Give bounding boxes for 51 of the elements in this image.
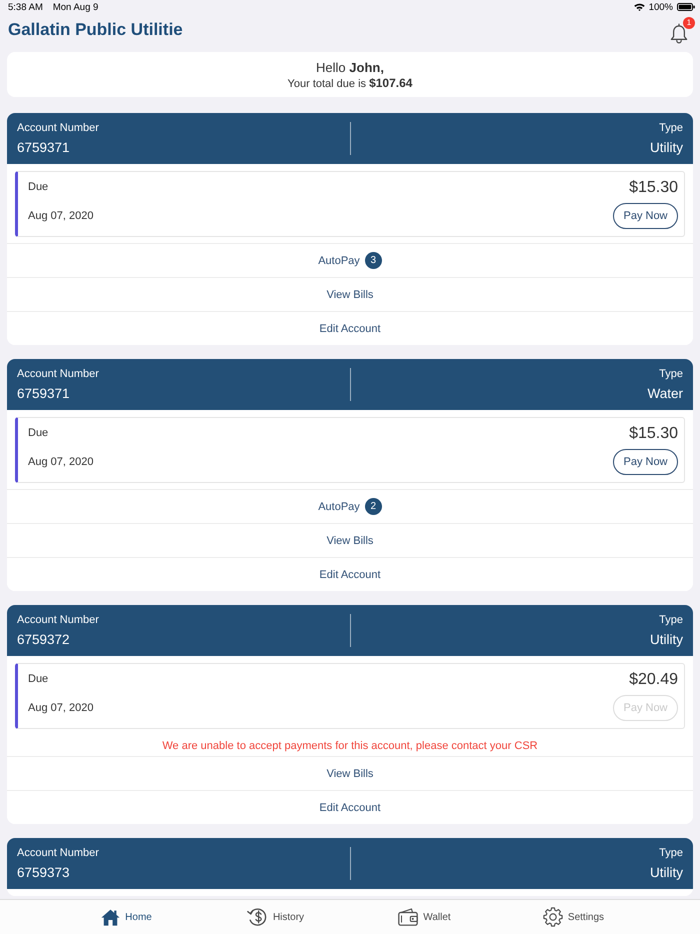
account-type: Utility (650, 864, 683, 880)
due-label: Due (28, 672, 48, 686)
status-date: Mon Aug 9 (52, 2, 98, 12)
due-amount: $15.30 (629, 424, 678, 443)
account-type: Water (647, 386, 683, 402)
due-label: Due (28, 180, 48, 194)
wifi-icon (634, 3, 645, 11)
type-label: Type (659, 368, 683, 380)
due-label: Due (28, 426, 48, 440)
edit-account-button[interactable]: Edit Account (7, 311, 693, 345)
edit-account-button[interactable]: Edit Account (7, 557, 693, 591)
house-icon (101, 908, 120, 926)
account-number: 6759371 (17, 386, 70, 402)
error-message: We are unable to accept payments for this account, please contact your CSR (161, 738, 539, 754)
total-due-text: Your total due is $107.64 (288, 76, 412, 90)
status-time: 5:38 AM (8, 2, 43, 12)
account-number-label: Account Number (17, 368, 99, 380)
settings-tab[interactable]: Settings (542, 907, 604, 927)
wallet-tab[interactable]: Wallet (398, 908, 451, 926)
notification-badge: 1 (683, 16, 695, 28)
account-type: Utility (650, 632, 683, 648)
account-number-label: Account Number (17, 846, 99, 860)
due-amount: $15.30 (629, 178, 678, 197)
wallet-icon (398, 908, 418, 926)
greeting-text: Hello John, (316, 60, 384, 74)
autopay-count-badge: 3 (364, 252, 382, 269)
settings-icon (542, 907, 563, 927)
edit-account-button[interactable]: Edit Account (7, 790, 693, 824)
account-number-label: Account Number (17, 614, 99, 626)
bell-icon[interactable] (670, 22, 688, 44)
type-label: Type (659, 122, 683, 134)
due-amount: $20.49 (629, 670, 678, 689)
account-type: Utility (650, 140, 683, 156)
due-date: Aug 07, 2020 (28, 209, 94, 223)
circular-arrow-dollar-icon (246, 907, 268, 927)
battery-icon (677, 3, 695, 11)
home-tab[interactable]: Home (101, 908, 152, 926)
app-title: Gallatin Public Utilitie (8, 20, 183, 40)
pay-now-button[interactable]: Pay Now (613, 449, 678, 475)
due-date: Aug 07, 2020 (28, 701, 94, 715)
account-number: 6759372 (17, 632, 70, 648)
battery-percent: 100% (648, 2, 673, 12)
history-tab[interactable]: History (246, 907, 304, 927)
account-number: 6759371 (17, 140, 70, 156)
account-number-label: Account Number (17, 122, 99, 134)
autopay-count-badge: 2 (364, 498, 382, 515)
type-label: Type (659, 614, 683, 626)
due-date: Aug 07, 2020 (28, 455, 94, 469)
type-label: Type (659, 846, 683, 860)
pay-now-button[interactable]: Pay Now (613, 203, 678, 229)
account-number: 6759373 (17, 864, 70, 880)
